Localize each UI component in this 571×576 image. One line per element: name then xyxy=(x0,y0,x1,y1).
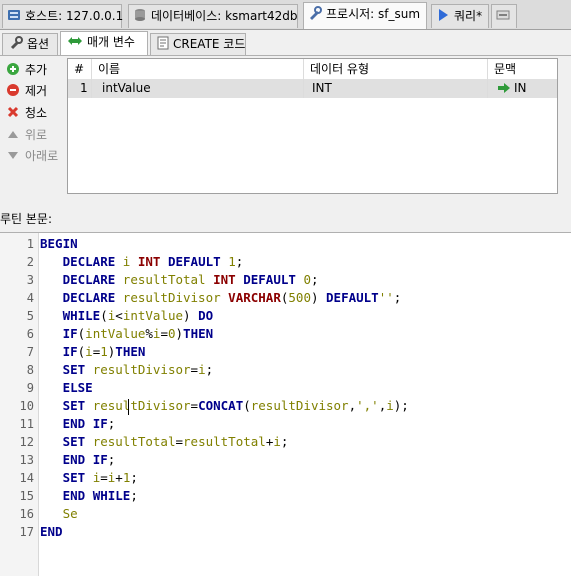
param-name-cell[interactable]: intValue xyxy=(92,79,304,98)
document-tab-bar: 호스트: 127.0.0.1 데이터베이스: ksmart42db 프로시저: … xyxy=(0,0,571,30)
remove-button[interactable]: 제거 xyxy=(7,81,47,101)
tab-options[interactable]: 옵션 xyxy=(2,33,58,55)
code-line: END WHILE; xyxy=(62,488,138,503)
code-line: BEGIN xyxy=(40,236,78,251)
arrows-icon xyxy=(68,37,82,45)
line-number: 17 xyxy=(19,525,34,539)
routine-body-editor[interactable]: 1 2 3 4 5 6 7 8 9 10 11 12 13 14 15 16 17 BEGIN DECLARE … xyxy=(0,232,571,576)
add-button-label: 추가 xyxy=(25,63,48,77)
clear-button-label: 청소 xyxy=(25,106,48,120)
line-number: 4 xyxy=(26,291,34,305)
move-down-button[interactable]: 아래로 xyxy=(7,146,58,166)
tab-procedure-label: 프로시저: sf_sum xyxy=(326,7,421,21)
clear-button[interactable]: 청소 xyxy=(7,103,47,123)
tab-host-label: 호스트: 127.0.0.1 xyxy=(25,9,124,23)
document-icon xyxy=(157,36,169,50)
row-number: 1 xyxy=(68,79,92,98)
tab-create-code-label: CREATE 코드 xyxy=(173,37,246,51)
table-header: # 이름 데이터 유형 문맥 xyxy=(68,59,557,80)
play-icon xyxy=(439,9,448,21)
line-number: 9 xyxy=(26,381,34,395)
code-line: END IF; xyxy=(62,452,116,467)
param-type-cell[interactable]: INT xyxy=(304,79,488,98)
code-line: IF(intValue%i=0)THEN xyxy=(62,326,214,341)
code-line: END IF; xyxy=(62,416,116,431)
line-number-gutter: 1 2 3 4 5 6 7 8 9 10 11 12 13 14 15 16 17 xyxy=(0,233,39,576)
code-line: DECLARE i INT DEFAULT 1; xyxy=(62,254,244,269)
line-number: 1 xyxy=(26,237,34,251)
database-icon xyxy=(135,9,145,21)
routine-body-label: 루틴 본문: xyxy=(0,212,53,226)
new-tab-button[interactable] xyxy=(491,4,517,28)
column-header-type[interactable]: 데이터 유형 xyxy=(304,59,488,79)
column-header-number[interactable]: # xyxy=(68,59,92,79)
parameters-table: # 이름 데이터 유형 문맥 1 intValue INT IN xyxy=(67,58,558,194)
param-context-label: IN xyxy=(514,81,527,95)
code-line: WHILE(i<intValue) DO xyxy=(62,308,214,323)
param-context-cell[interactable]: IN xyxy=(488,79,557,98)
code-line: SET resultDivisor=CONCAT(resultDivisor,'… xyxy=(62,398,409,413)
code-line: SET resultTotal=resultTotal+i; xyxy=(62,434,289,449)
text-cursor xyxy=(128,399,129,415)
code-line: DECLARE resultTotal INT DEFAULT 0; xyxy=(62,272,319,287)
tab-query[interactable]: 쿼리* xyxy=(431,4,489,28)
remove-icon xyxy=(7,84,19,96)
table-row[interactable]: 1 intValue INT IN xyxy=(68,79,557,98)
editor-subtab-bar: 옵션 매개 변수 CREATE 코드 xyxy=(0,30,571,56)
add-button[interactable]: 추가 xyxy=(7,60,47,80)
tab-host[interactable]: 호스트: 127.0.0.1 xyxy=(2,4,124,28)
line-number: 10 xyxy=(19,399,34,413)
column-header-context[interactable]: 문맥 xyxy=(488,59,557,79)
code-line: Se xyxy=(62,506,78,521)
code-line: DECLARE resultDivisor VARCHAR(500) DEFAU… xyxy=(62,290,402,305)
tab-create-code[interactable]: CREATE 코드 xyxy=(150,33,246,55)
arrow-up-icon xyxy=(8,131,18,138)
remove-button-label: 제거 xyxy=(25,84,48,98)
tab-procedure[interactable]: 프로시저: sf_sum xyxy=(303,2,427,29)
line-number: 6 xyxy=(26,327,34,341)
tab-parameters-label: 매개 변수 xyxy=(87,35,135,49)
line-number: 13 xyxy=(19,453,34,467)
code-line: SET resultDivisor=i; xyxy=(62,362,214,377)
line-number: 14 xyxy=(19,471,34,485)
tab-database-label: 데이터베이스: ksmart42db xyxy=(151,9,298,23)
line-number: 8 xyxy=(26,363,34,377)
code-line: IF(i=1)THEN xyxy=(62,344,146,359)
tab-query-label: 쿼리* xyxy=(454,9,483,23)
server-icon xyxy=(8,10,20,20)
line-number: 15 xyxy=(19,489,34,503)
tab-parameters[interactable]: 매개 변수 xyxy=(60,31,148,56)
clear-x-icon xyxy=(7,106,19,118)
line-number: 12 xyxy=(19,435,34,449)
line-number: 7 xyxy=(26,345,34,359)
code-line: SET i=i+1; xyxy=(62,470,138,485)
line-number: 16 xyxy=(19,507,34,521)
arrow-right-icon xyxy=(498,83,510,93)
add-tab-icon xyxy=(496,10,510,20)
procedure-icon xyxy=(310,6,322,20)
column-header-name[interactable]: 이름 xyxy=(92,59,304,79)
move-up-button-label: 위로 xyxy=(25,128,48,142)
add-icon xyxy=(7,63,19,75)
line-number: 5 xyxy=(26,309,34,323)
line-number: 11 xyxy=(19,417,34,431)
line-number: 3 xyxy=(26,273,34,287)
move-down-button-label: 아래로 xyxy=(25,149,59,163)
move-up-button[interactable]: 위로 xyxy=(7,125,47,145)
code-line: ELSE xyxy=(62,380,93,395)
tab-database[interactable]: 데이터베이스: ksmart42db xyxy=(128,4,298,28)
wrench-icon xyxy=(10,36,23,50)
tab-options-label: 옵션 xyxy=(27,37,50,51)
code-line: END xyxy=(40,524,63,539)
line-number: 2 xyxy=(26,255,34,269)
arrow-down-icon xyxy=(8,152,18,159)
